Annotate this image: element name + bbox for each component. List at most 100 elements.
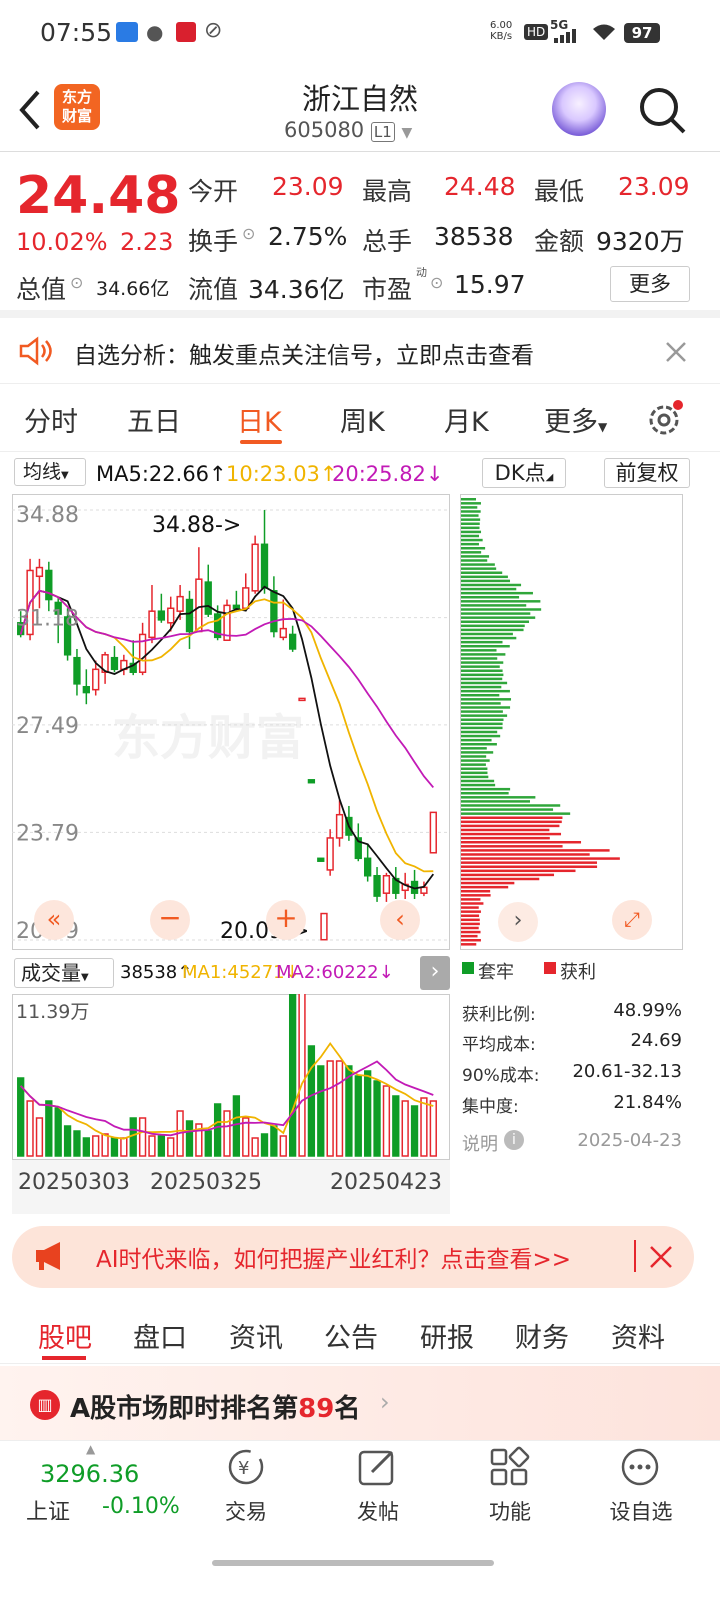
wechat-icon: ● [146, 20, 164, 44]
chip-bar [461, 918, 480, 922]
robot-assistant-icon[interactable] [552, 82, 606, 136]
gear-icon[interactable] [646, 400, 684, 438]
rank-row[interactable]: ▥ A股市场即时排名第89名 › [0, 1366, 720, 1440]
chip-bar [461, 636, 517, 640]
chip-bar [461, 698, 512, 701]
info-dots-icon[interactable]: ⊙ [242, 224, 255, 243]
volume-bar [63, 1125, 72, 1157]
candle [251, 543, 259, 592]
chip-bar [461, 510, 481, 513]
chip-bar [461, 853, 590, 856]
close-icon[interactable] [664, 340, 688, 364]
index-name[interactable]: 上证 [26, 1494, 70, 1526]
index-value[interactable]: 3296.36 [40, 1460, 139, 1488]
tab-daily-k[interactable]: 日K [237, 400, 282, 439]
promo-banner[interactable]: AI时代来临，如何把握产业红利？点击查看>> [12, 1226, 694, 1288]
tab-finance[interactable]: 财务 [515, 1316, 569, 1355]
chip-bar [461, 677, 503, 681]
candle [270, 590, 278, 633]
chip-bar [461, 857, 620, 860]
tab-pankou[interactable]: 盘口 [133, 1316, 187, 1355]
ma-select[interactable]: 均线▼ [14, 458, 86, 486]
chevron-down-icon[interactable]: ▼ [401, 125, 412, 141]
chip-bar [461, 722, 503, 726]
chip-distribution[interactable] [460, 494, 684, 950]
info-dots-icon[interactable]: ⊙ [430, 273, 443, 292]
expand-icon[interactable]: ⤢ [612, 900, 652, 940]
chip-bar [461, 649, 497, 652]
candle [288, 633, 297, 650]
info-icon[interactable]: i [504, 1130, 524, 1150]
expand-indicators-button[interactable]: › [420, 956, 450, 990]
grid-icon[interactable] [488, 1446, 532, 1488]
market-cap-value: 34.66亿 [96, 278, 170, 300]
tab-research[interactable]: 研报 [420, 1316, 474, 1355]
chip-bar [461, 579, 511, 583]
chip-bar [461, 628, 524, 632]
tab-monthly-k[interactable]: 月K [444, 400, 489, 439]
speaker-icon [19, 336, 52, 366]
chip-bar [461, 767, 488, 770]
tab-intraday[interactable]: 分时 [24, 400, 78, 439]
chip-bar [461, 587, 517, 591]
tab-more[interactable]: 更多▼ [544, 400, 607, 439]
volume-bar [82, 1137, 90, 1157]
dk-point-select[interactable]: DK点◢ [482, 458, 566, 488]
chip-bar [461, 751, 494, 754]
tab-five-day[interactable]: 五日 [127, 400, 181, 439]
chip-next-button[interactable]: › [498, 902, 538, 942]
volume-bar [120, 1137, 128, 1157]
nav-trade[interactable]: 交易 [206, 1496, 286, 1526]
candle [195, 578, 203, 633]
volume-bar [354, 1075, 362, 1157]
profit-ratio-value: 48.99% [613, 1000, 682, 1021]
tab-news[interactable]: 资讯 [229, 1316, 283, 1355]
candle [92, 668, 100, 691]
nav-post[interactable]: 发帖 [338, 1496, 418, 1526]
chip-bar [461, 845, 563, 848]
tab-guba[interactable]: 股吧 [38, 1316, 92, 1355]
chip-bar [461, 718, 504, 721]
low-value: 23.09 [618, 172, 690, 201]
candle [382, 874, 391, 894]
zoom-in-button[interactable]: + [266, 900, 306, 940]
scroll-left-button[interactable]: « [34, 900, 74, 940]
chip-bar [461, 661, 504, 664]
volume-bar [232, 1095, 241, 1157]
tab-weekly-k[interactable]: 周K [340, 400, 385, 439]
chip-bar [461, 526, 480, 530]
adjust-select[interactable]: 前复权 [604, 458, 690, 488]
high-label: 最高 [362, 177, 413, 206]
nav-add-watchlist[interactable]: 设自选 [596, 1496, 686, 1526]
volume-select[interactable]: 成交量▼ [14, 958, 114, 988]
nav-function[interactable]: 功能 [470, 1496, 550, 1526]
rank-text: A股市场即时排名第89名 [70, 1394, 361, 1424]
volume-chart[interactable]: 11.39万 [12, 994, 450, 1160]
chip-bar [461, 632, 513, 636]
kline-chart[interactable]: 东方财富 34.8831.1827.4923.7920.0934.88->20.… [12, 494, 450, 950]
trade-icon[interactable]: ¥ [224, 1446, 268, 1488]
more-dots-icon[interactable] [618, 1446, 662, 1488]
chip-bar [461, 673, 504, 677]
chip-bar [461, 898, 481, 901]
post-icon[interactable] [356, 1446, 400, 1488]
close-icon[interactable] [648, 1244, 674, 1270]
chip-bar [461, 567, 497, 570]
step-left-button[interactable]: ‹ [380, 900, 420, 940]
tab-announcements[interactable]: 公告 [324, 1316, 378, 1355]
analysis-notice[interactable]: 自选分析：触发重点关注信号，立即点击查看 [0, 320, 720, 384]
pe-value: 15.97 [454, 270, 526, 299]
chip-bar [461, 910, 481, 913]
open-value: 23.09 [272, 172, 344, 201]
chip-bar [461, 943, 477, 946]
chip-bar [461, 755, 487, 758]
zoom-out-button[interactable]: − [150, 900, 190, 940]
note-label[interactable]: 说明 [462, 1130, 498, 1156]
chip-bar [461, 563, 495, 566]
more-button[interactable]: 更多 [610, 266, 690, 302]
watermark: 东方财富 [112, 712, 304, 765]
info-dots-icon[interactable]: ⊙ [70, 273, 83, 292]
search-icon[interactable] [636, 84, 688, 136]
candle [110, 656, 119, 671]
tab-profile[interactable]: 资料 [611, 1316, 665, 1355]
